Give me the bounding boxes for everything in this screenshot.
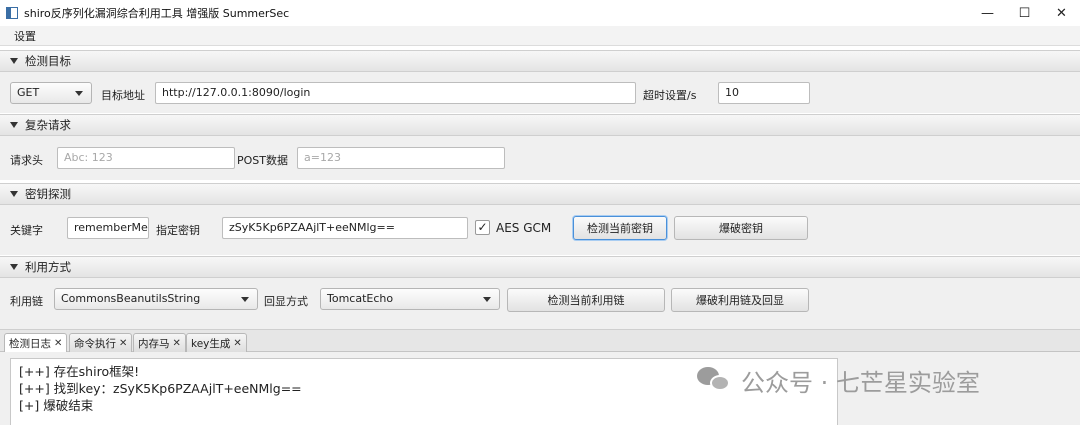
tab-log[interactable]: 检测日志 ✕ bbox=[4, 333, 68, 352]
tab-command[interactable]: 命令执行 ✕ bbox=[69, 333, 133, 352]
watermark: 公众号 · 七芒星实验室 bbox=[697, 360, 980, 400]
section-header-complex[interactable]: 复杂请求 bbox=[0, 114, 1080, 136]
tab-label: 检测日志 bbox=[9, 337, 51, 350]
menu-bar: 设置 bbox=[0, 26, 1080, 46]
section-title-target: 检测目标 bbox=[25, 54, 71, 68]
tab-bar: 检测日志 ✕ 命令执行 ✕ 内存马 ✕ key生成 ✕ bbox=[0, 329, 1080, 352]
section-title-key: 密钥探测 bbox=[25, 187, 71, 201]
title-bar: shiro反序列化漏洞综合利用工具 增强版 SummerSec — ☐ ✕ bbox=[0, 0, 1080, 26]
window-title: shiro反序列化漏洞综合利用工具 增强版 SummerSec bbox=[24, 7, 290, 20]
tab-memshell[interactable]: 内存马 ✕ bbox=[133, 333, 186, 352]
tab-keygen[interactable]: key生成 ✕ bbox=[186, 333, 247, 352]
section-header-key[interactable]: 密钥探测 bbox=[0, 183, 1080, 205]
chevron-down-icon bbox=[483, 297, 491, 302]
close-icon[interactable]: ✕ bbox=[54, 338, 62, 349]
close-icon[interactable]: ✕ bbox=[119, 338, 127, 349]
app-icon bbox=[6, 7, 18, 19]
echo-value: TomcatEcho bbox=[327, 292, 394, 305]
close-icon[interactable]: ✕ bbox=[173, 338, 181, 349]
tab-label: 内存马 bbox=[138, 337, 170, 350]
chevron-down-icon bbox=[241, 297, 249, 302]
keyword-label: 关键字 bbox=[10, 224, 43, 237]
detect-chain-button[interactable]: 检测当前利用链 bbox=[507, 288, 665, 312]
section-header-exploit[interactable]: 利用方式 bbox=[0, 256, 1080, 278]
window-controls: — ☐ ✕ bbox=[969, 0, 1080, 26]
collapse-triangle-icon bbox=[10, 264, 18, 270]
chain-value: CommonsBeanutilsString bbox=[61, 292, 201, 305]
key-label: 指定密钥 bbox=[156, 224, 200, 237]
collapse-triangle-icon bbox=[10, 191, 18, 197]
timeout-label: 超时设置/s bbox=[643, 89, 697, 102]
collapse-triangle-icon bbox=[10, 122, 18, 128]
method-value: GET bbox=[17, 86, 40, 99]
chevron-down-icon bbox=[75, 91, 83, 96]
close-icon[interactable]: ✕ bbox=[233, 338, 241, 349]
echo-label: 回显方式 bbox=[264, 295, 308, 308]
section-title-complex: 复杂请求 bbox=[25, 118, 71, 132]
url-input[interactable]: http://127.0.0.1:8090/login bbox=[155, 82, 636, 104]
post-data-label: POST数据 bbox=[237, 154, 288, 167]
tab-label: key生成 bbox=[191, 337, 231, 350]
post-data-input[interactable]: a=123 bbox=[297, 147, 505, 169]
method-select[interactable]: GET bbox=[10, 82, 92, 104]
section-header-target[interactable]: 检测目标 bbox=[0, 50, 1080, 72]
aes-gcm-checkbox[interactable]: ✓ bbox=[475, 220, 490, 235]
wechat-icon bbox=[697, 367, 731, 393]
section-body-key: 关键字 rememberMe 指定密钥 zSyK5Kp6PZAAjlT+eeNM… bbox=[0, 205, 1080, 255]
echo-select[interactable]: TomcatEcho bbox=[320, 288, 500, 310]
brute-key-button[interactable]: 爆破密钥 bbox=[674, 216, 808, 240]
collapse-triangle-icon bbox=[10, 58, 18, 64]
section-title-exploit: 利用方式 bbox=[25, 260, 71, 274]
section-body-target: GET 目标地址 http://127.0.0.1:8090/login 超时设… bbox=[0, 72, 1080, 113]
section-body-complex: 请求头 Abc: 123 POST数据 a=123 bbox=[0, 136, 1080, 180]
section-body-exploit: 利用链 CommonsBeanutilsString 回显方式 TomcatEc… bbox=[0, 278, 1080, 329]
tab-label: 命令执行 bbox=[74, 337, 116, 350]
aes-gcm-label: AES GCM bbox=[496, 221, 552, 235]
url-label: 目标地址 bbox=[101, 89, 145, 102]
menu-settings[interactable]: 设置 bbox=[0, 28, 50, 44]
chain-select[interactable]: CommonsBeanutilsString bbox=[54, 288, 258, 310]
chain-label: 利用链 bbox=[10, 295, 43, 308]
headers-input[interactable]: Abc: 123 bbox=[57, 147, 235, 169]
key-input[interactable]: zSyK5Kp6PZAAjlT+eeNMlg== bbox=[222, 217, 468, 239]
brute-chain-button[interactable]: 爆破利用链及回显 bbox=[671, 288, 809, 312]
headers-label: 请求头 bbox=[10, 154, 43, 167]
maximize-icon[interactable]: ☐ bbox=[1006, 0, 1043, 26]
close-icon[interactable]: ✕ bbox=[1043, 0, 1080, 26]
detect-key-button[interactable]: 检测当前密钥 bbox=[573, 216, 667, 240]
timeout-input[interactable]: 10 bbox=[718, 82, 810, 104]
minimize-icon[interactable]: — bbox=[969, 0, 1006, 26]
watermark-text: 公众号 · 七芒星实验室 bbox=[741, 368, 980, 397]
keyword-input[interactable]: rememberMe bbox=[67, 217, 149, 239]
